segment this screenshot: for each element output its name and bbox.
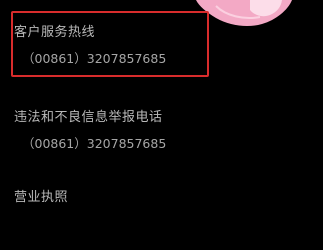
customer-service-hotline-row[interactable]: 客户服务热线 （00861）3207857685: [14, 25, 313, 67]
illegal-info-report-row[interactable]: 违法和不良信息举报电话 （00861）3207857685: [14, 110, 313, 152]
customer-service-hotline-phone[interactable]: （00861）3207857685: [22, 51, 313, 67]
business-license-label: 营业执照: [14, 190, 69, 205]
illegal-info-report-phone[interactable]: （00861）3207857685: [22, 136, 313, 152]
business-license-row[interactable]: 营业执照: [14, 190, 313, 206]
customer-service-hotline-label: 客户服务热线: [14, 25, 96, 40]
illegal-info-report-label: 违法和不良信息举报电话: [14, 110, 163, 125]
